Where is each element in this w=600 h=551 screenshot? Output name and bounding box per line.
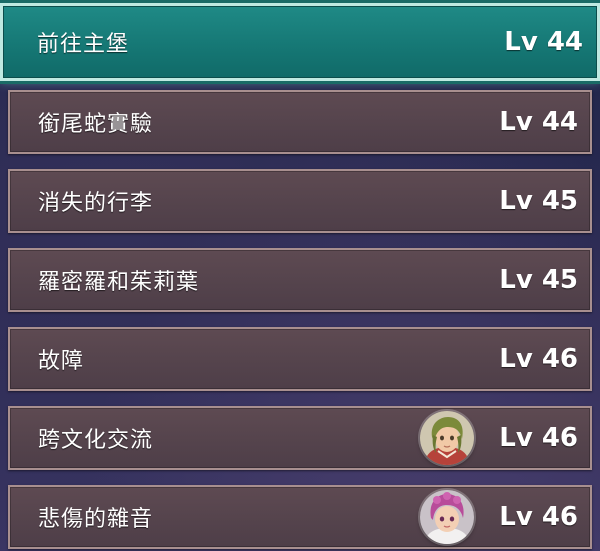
quest-level: Lv 46: [499, 344, 578, 374]
quest-level: Lv 46: [499, 502, 578, 532]
quest-name: 悲傷的雜音: [38, 507, 154, 532]
quest-name: 羅密羅和茱莉葉: [38, 270, 200, 295]
quest-name: 消失的行李: [38, 191, 154, 216]
quest-name: 前往主堡: [37, 32, 130, 57]
quest-name: 跨文化交流: [38, 428, 154, 453]
quest-level: Lv 45: [499, 186, 578, 216]
quest-row[interactable]: 消失的行李 Lv 45: [8, 169, 592, 233]
quest-row[interactable]: 羅密羅和茱莉葉 Lv 45: [8, 248, 592, 312]
quest-level: Lv 44: [504, 27, 583, 57]
quest-level: Lv 44: [499, 107, 578, 137]
quest-row[interactable]: 銜尾蛇實驗 Lv 44: [8, 90, 592, 154]
quest-row[interactable]: 跨文化交流 Lv 46: [8, 406, 592, 470]
quest-name: 故障: [38, 349, 85, 374]
quest-level: Lv 45: [499, 265, 578, 295]
quest-row[interactable]: 故障 Lv 46: [8, 327, 592, 391]
quest-list: 前往主堡 Lv 44 銜尾蛇實驗 Lv 44 消失的行李 Lv 45 羅密羅和茱…: [0, 0, 600, 551]
quest-name: 銜尾蛇實驗: [38, 112, 154, 137]
quest-level: Lv 46: [499, 423, 578, 453]
quest-row[interactable]: 悲傷的雜音 Lv 46: [8, 485, 592, 549]
character-avatar-pink-hair-icon: [420, 490, 474, 544]
character-avatar-green-hair-icon: [420, 411, 474, 465]
quest-row-selected[interactable]: 前往主堡 Lv 44: [0, 3, 600, 81]
